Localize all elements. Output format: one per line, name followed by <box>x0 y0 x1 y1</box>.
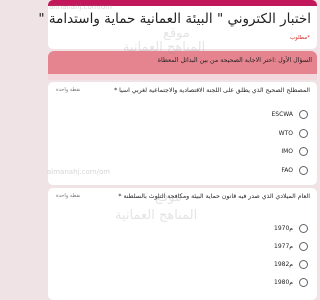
form-header-card: اختبار الكتروني " البيئة العمانية حماية … <box>38 0 317 49</box>
radio-button[interactable] <box>299 259 308 269</box>
option-1982[interactable]: 1982م <box>274 258 308 270</box>
required-note: *مطلوب <box>289 35 310 41</box>
option-label: 1970م <box>274 224 293 232</box>
option-label: 1977م <box>274 242 293 250</box>
option-wto[interactable]: WTO <box>279 127 308 139</box>
option-1970[interactable]: 1970م <box>274 222 308 234</box>
radio-button[interactable] <box>299 109 308 119</box>
option-1980[interactable]: 1980م <box>274 276 308 288</box>
option-fao[interactable]: FAO <box>281 164 308 176</box>
question-card-1: المصطلح الصحيح الذي يطلق على اللجنة الاق… <box>48 82 317 185</box>
option-label: WTO <box>278 129 293 137</box>
radio-button[interactable] <box>299 223 308 233</box>
section-title: السؤال الأول :اختر الاجابة الصحيحة من بي… <box>157 57 312 64</box>
option-imo[interactable]: IMO <box>281 145 308 157</box>
question-text: المصطلح الصحيح الذي يطلق على اللجنة الاق… <box>114 87 310 94</box>
option-label: 1982م <box>274 260 293 268</box>
option-label: FAO <box>281 166 293 174</box>
option-label: ESCWA <box>271 110 294 118</box>
radio-button[interactable] <box>299 128 308 138</box>
radio-button[interactable] <box>299 165 308 175</box>
radio-button[interactable] <box>299 241 308 251</box>
form-title: اختبار الكتروني " البيئة العمانية حماية … <box>38 11 311 27</box>
option-1977[interactable]: 1977م <box>274 240 308 252</box>
section-header-bar <box>48 74 317 80</box>
question-text: العام الميلادي الذي صدر فيه قانون حماية … <box>118 193 310 200</box>
option-label: IMO <box>281 147 293 155</box>
option-label: 1980م <box>274 278 293 286</box>
question-points: نقطة واحدة <box>56 193 81 199</box>
radio-button[interactable] <box>299 277 308 287</box>
radio-button[interactable] <box>299 146 308 156</box>
option-escwa[interactable]: ESCWA <box>271 108 308 120</box>
question-points: نقطة واحدة <box>56 87 81 93</box>
question-card-2: العام الميلادي الذي صدر فيه قانون حماية … <box>48 188 317 300</box>
